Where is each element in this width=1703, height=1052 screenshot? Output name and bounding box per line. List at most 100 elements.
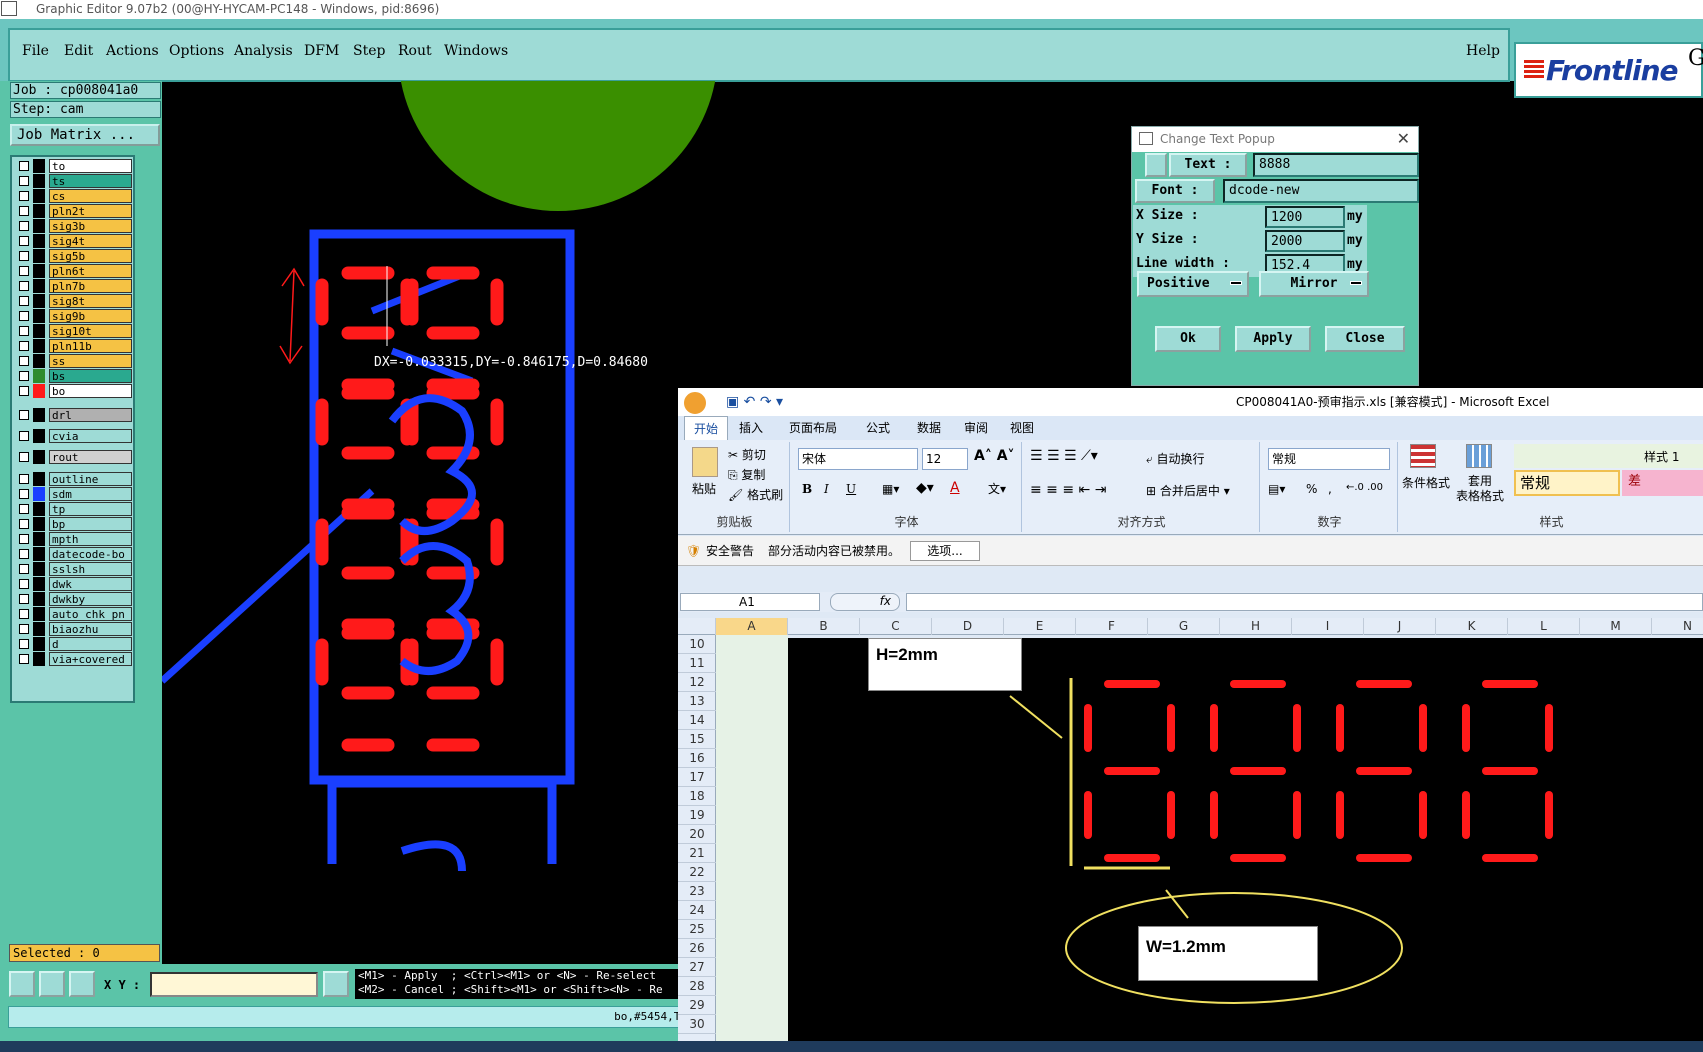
layer-name[interactable]: pln6t — [49, 264, 132, 278]
layer-row-pln11b[interactable]: pln11b — [16, 339, 134, 353]
layer-row-biaozhu[interactable]: biaozhu — [16, 622, 134, 636]
column-header[interactable]: G — [1148, 618, 1220, 635]
row-header[interactable]: 17 — [678, 768, 716, 787]
menu-edit[interactable]: Edit — [64, 43, 93, 59]
row-header[interactable]: 24 — [678, 901, 716, 920]
layer-row-ss[interactable]: ss — [16, 354, 134, 368]
phonetic-icon[interactable]: 文▾ — [988, 480, 1006, 497]
security-options-button[interactable]: 选项... — [910, 541, 980, 561]
layer-name[interactable]: pln2t — [49, 204, 132, 218]
layer-name[interactable]: mpth — [49, 532, 132, 546]
layer-name[interactable]: sig10t — [49, 324, 132, 338]
layer-color-swatch[interactable] — [33, 502, 45, 516]
italic-button[interactable]: I — [824, 482, 829, 496]
layer-row-bo[interactable]: bo — [16, 384, 134, 398]
layer-color-swatch[interactable] — [33, 637, 45, 651]
layer-row-cvia[interactable]: cvia — [16, 429, 134, 443]
layer-row-sslsh[interactable]: sslsh — [16, 562, 134, 576]
layer-color-swatch[interactable] — [33, 607, 45, 621]
layer-color-swatch[interactable] — [33, 189, 45, 203]
layer-checkbox[interactable] — [19, 326, 29, 336]
layer-name[interactable]: sig3b — [49, 219, 132, 233]
layer-row-sig10t[interactable]: sig10t — [16, 324, 134, 338]
layer-checkbox[interactable] — [19, 296, 29, 306]
formula-input[interactable] — [906, 593, 1703, 611]
paste-label[interactable]: 粘贴 — [692, 480, 716, 497]
layer-row-outline[interactable]: outline — [16, 472, 134, 486]
layer-checkbox[interactable] — [19, 579, 29, 589]
layer-name[interactable]: ts — [49, 174, 132, 188]
layer-name[interactable]: outline — [49, 472, 132, 486]
layer-color-swatch[interactable] — [33, 264, 45, 278]
menu-help[interactable]: Help — [1466, 43, 1500, 59]
grow-font-icon[interactable]: A˄ A˅ — [974, 448, 1015, 464]
layer-checkbox[interactable] — [19, 549, 29, 559]
ribbon-tab[interactable]: 公式 — [854, 416, 902, 440]
column-header[interactable]: K — [1436, 618, 1508, 635]
format-as-table-icon[interactable] — [1466, 444, 1492, 468]
layer-checkbox[interactable] — [19, 161, 29, 171]
layer-color-swatch[interactable] — [33, 652, 45, 666]
column-header[interactable]: N — [1652, 618, 1703, 635]
layer-name[interactable]: bp — [49, 517, 132, 531]
column-header[interactable]: I — [1292, 618, 1364, 635]
row-header[interactable]: 13 — [678, 692, 716, 711]
style-1-label[interactable]: 样式 1 — [1644, 448, 1679, 465]
bold-button[interactable]: B — [802, 482, 812, 496]
column-header[interactable]: D — [932, 618, 1004, 635]
layer-name[interactable]: bo — [49, 384, 132, 398]
layer-color-swatch[interactable] — [33, 487, 45, 501]
row-header[interactable]: 26 — [678, 939, 716, 958]
layer-checkbox[interactable] — [19, 594, 29, 604]
font-size-select[interactable]: 12 — [922, 448, 968, 470]
layer-row-bp[interactable]: bp — [16, 517, 134, 531]
layer-color-swatch[interactable] — [33, 622, 45, 636]
ribbon-tab[interactable]: 开始 — [684, 416, 728, 440]
layer-row-dwk[interactable]: dwk — [16, 577, 134, 591]
ribbon-tab[interactable]: 页面布局 — [774, 416, 852, 440]
layer-checkbox[interactable] — [19, 489, 29, 499]
style-normal-cell[interactable]: 常规 — [1514, 470, 1620, 496]
layer-name[interactable]: drl — [49, 408, 132, 422]
layer-name[interactable]: pln7b — [49, 279, 132, 293]
layer-row-sig4t[interactable]: sig4t — [16, 234, 134, 248]
polarity-select[interactable]: Positive — [1137, 271, 1249, 297]
layer-row-drl[interactable]: drl — [16, 408, 134, 422]
layer-checkbox[interactable] — [19, 236, 29, 246]
layer-checkbox[interactable] — [19, 311, 29, 321]
layer-color-swatch[interactable] — [33, 384, 45, 398]
layer-name[interactable]: sig9b — [49, 309, 132, 323]
row-header[interactable]: 22 — [678, 863, 716, 882]
layer-checkbox[interactable] — [19, 191, 29, 201]
row-header[interactable]: 19 — [678, 806, 716, 825]
xy-input[interactable] — [150, 972, 318, 997]
row-header[interactable]: 29 — [678, 996, 716, 1015]
layer-row-bs[interactable]: bs — [16, 369, 134, 383]
column-header[interactable]: H — [1220, 618, 1292, 635]
layer-checkbox[interactable] — [19, 504, 29, 514]
menu-file[interactable]: File — [22, 43, 49, 59]
layer-name[interactable]: to — [49, 159, 132, 173]
layer-checkbox[interactable] — [19, 431, 29, 441]
row-header[interactable]: 18 — [678, 787, 716, 806]
layer-row-to[interactable]: to — [16, 159, 134, 173]
row-header[interactable]: 23 — [678, 882, 716, 901]
layer-color-swatch[interactable] — [33, 408, 45, 422]
layer-row-pln7b[interactable]: pln7b — [16, 279, 134, 293]
layer-checkbox[interactable] — [19, 386, 29, 396]
column-header[interactable]: M — [1580, 618, 1652, 635]
layer-color-swatch[interactable] — [33, 429, 45, 443]
fill-color-icon[interactable]: ◆▾ — [916, 480, 934, 496]
column-a-cells[interactable] — [716, 635, 788, 1052]
layer-color-swatch[interactable] — [33, 547, 45, 561]
column-header[interactable]: B — [788, 618, 860, 635]
percent-button[interactable]: % — [1306, 482, 1317, 496]
row-header[interactable]: 14 — [678, 711, 716, 730]
row-header[interactable]: 11 — [678, 654, 716, 673]
conditional-format-label[interactable]: 条件格式 — [1402, 474, 1450, 491]
row-header[interactable]: 27 — [678, 958, 716, 977]
layer-name[interactable]: cvia — [49, 429, 132, 443]
column-header[interactable]: E — [1004, 618, 1076, 635]
layer-color-swatch[interactable] — [33, 219, 45, 233]
font-button[interactable]: Font : — [1135, 179, 1215, 203]
